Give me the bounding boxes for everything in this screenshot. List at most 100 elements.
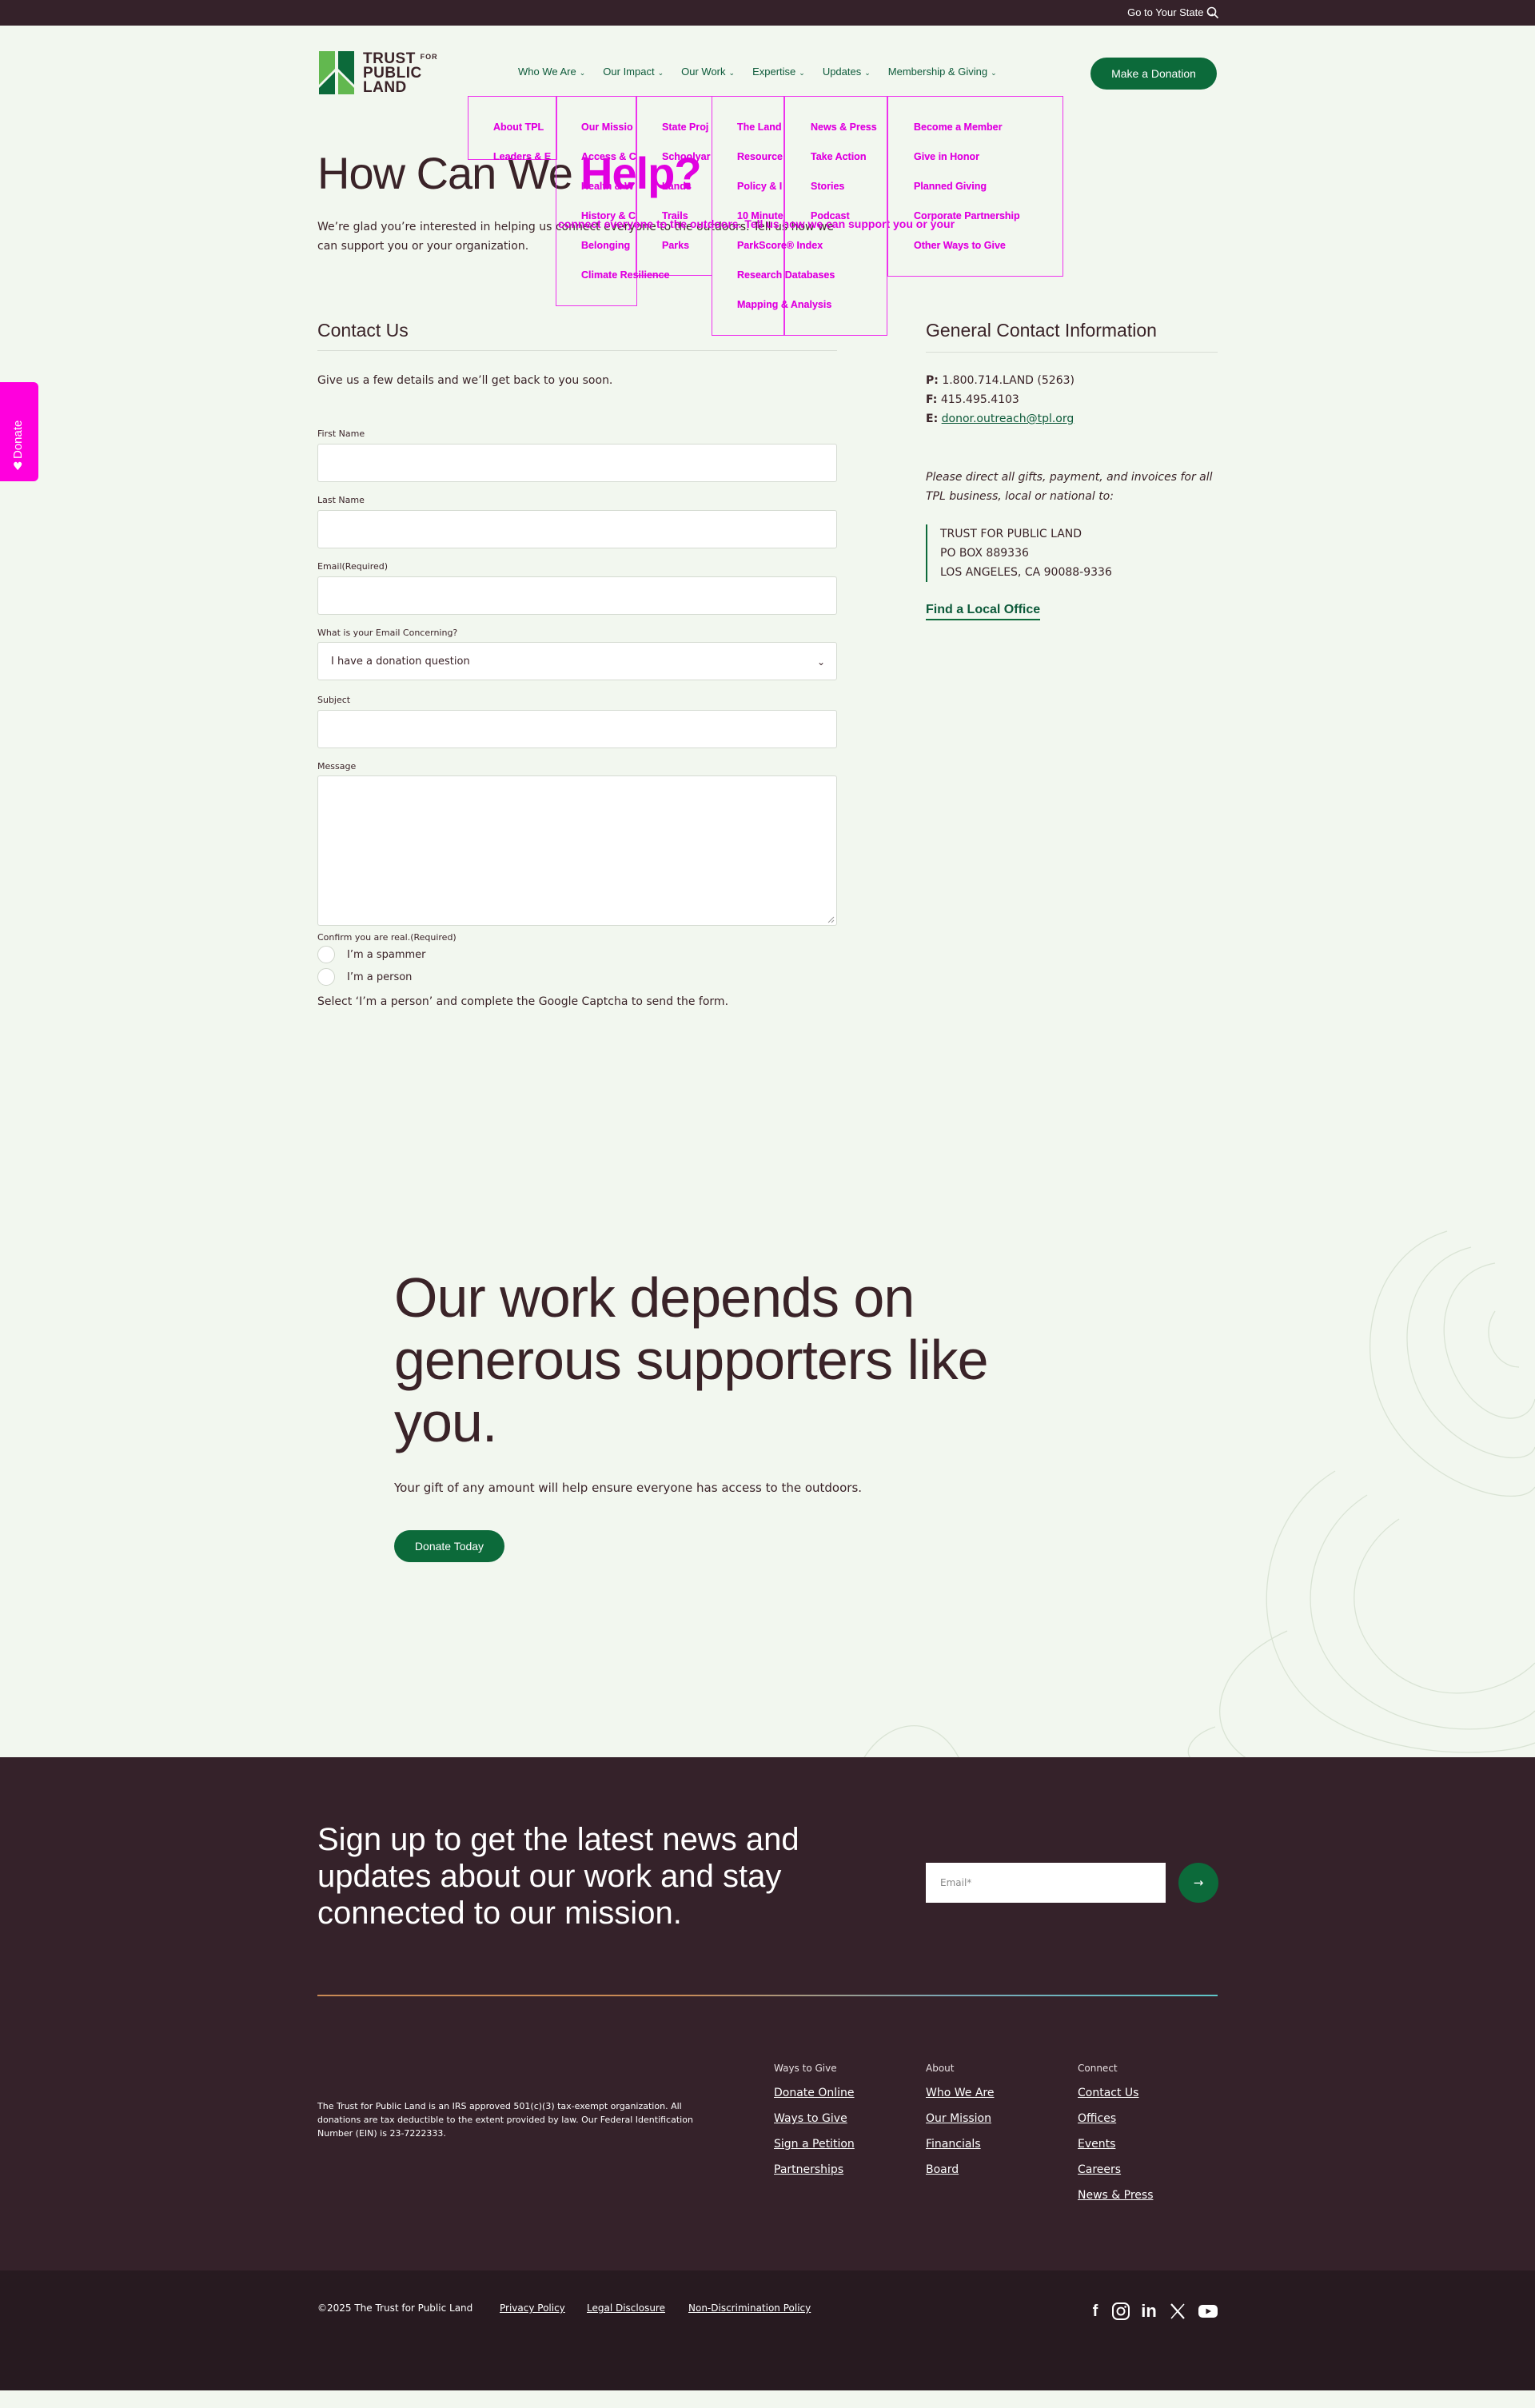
overlay-link[interactable]: Planned Giving xyxy=(914,181,987,192)
overlay-link[interactable]: Other Ways to Give xyxy=(914,240,1006,251)
legal-disclosure-link[interactable]: Legal Disclosure xyxy=(587,2302,665,2314)
overlay-link[interactable]: Health & W xyxy=(581,181,634,192)
privacy-policy-link[interactable]: Privacy Policy xyxy=(500,2302,565,2314)
overlay-link[interactable]: Schoolyar xyxy=(662,151,710,162)
chevron-down-icon: ⌄ xyxy=(816,656,825,668)
side-donate-tab[interactable]: Donate ♥ xyxy=(0,382,38,481)
resize-handle-icon[interactable] xyxy=(827,915,835,923)
footer-link[interactable]: Our Mission xyxy=(926,2112,991,2125)
overlay-link[interactable]: Stories xyxy=(811,181,844,192)
footer-link[interactable]: Ways to Give xyxy=(774,2112,847,2125)
x-icon[interactable] xyxy=(1169,2302,1186,2320)
nav-membership-giving[interactable]: Membership & Giving ⌄ xyxy=(888,66,997,82)
overlay-link[interactable]: Research Databases xyxy=(737,269,835,281)
footer-link[interactable]: Board xyxy=(926,2163,959,2176)
nav-our-impact[interactable]: Our Impact ⌄ xyxy=(603,66,664,82)
main-nav: Who We Are ⌄ Our Impact ⌄ Our Work ⌄ Expert… xyxy=(518,66,1015,82)
overlay-link[interactable]: Lands xyxy=(662,181,692,192)
overlay-link[interactable]: ParkScore® Index xyxy=(737,240,823,251)
overlay-link[interactable]: History & C xyxy=(581,210,636,221)
youtube-icon[interactable] xyxy=(1198,2302,1218,2320)
make-donation-button[interactable]: Make a Donation xyxy=(1090,58,1217,90)
facebook-icon[interactable]: f xyxy=(1085,2301,1106,2322)
non-discrimination-link[interactable]: Non-Discrimination Policy xyxy=(688,2302,811,2314)
subject-field[interactable] xyxy=(317,710,837,748)
nav-label: Who We Are xyxy=(518,66,576,78)
overlay-link[interactable]: News & Press xyxy=(811,122,877,133)
mailing-address: TRUST FOR PUBLIC LAND PO BOX 889336 LOS … xyxy=(926,524,1112,582)
footer-divider xyxy=(317,1995,1218,1996)
footer-link[interactable]: Financials xyxy=(926,2138,981,2151)
overlay-link[interactable]: Mapping & Analysis xyxy=(737,299,831,310)
top-bar: Go to Your State ⌄ xyxy=(0,0,1535,26)
radio-person[interactable] xyxy=(317,968,335,986)
gifts-note: Please direct all gifts, payment, and in… xyxy=(926,471,1213,503)
first-name-label: First Name xyxy=(317,429,365,439)
nav-expertise[interactable]: Expertise ⌄ xyxy=(752,66,805,82)
overlay-link[interactable]: Belonging xyxy=(581,240,630,251)
newsletter-heading: Sign up to get the latest news and updat… xyxy=(317,1822,799,1931)
overlay-link[interactable]: Trails xyxy=(662,210,688,221)
donate-today-button[interactable]: Donate Today xyxy=(394,1530,504,1562)
first-name-field[interactable] xyxy=(317,444,837,482)
overlay-link[interactable]: The Land xyxy=(737,122,782,133)
search-icon[interactable] xyxy=(1206,6,1220,20)
concern-select[interactable]: I have a donation question ⌄ xyxy=(317,642,837,680)
logo-mark-icon[interactable] xyxy=(317,50,356,96)
phone-value: 1.800.714.LAND (5263) xyxy=(942,374,1074,387)
go-to-state-dropdown[interactable]: Go to Your State ⌄ xyxy=(1127,6,1215,19)
overlay-link[interactable]: 10 Minute xyxy=(737,210,783,221)
footer-link[interactable]: Who We Are xyxy=(926,2087,994,2099)
overlay-link[interactable]: Climate Resilience xyxy=(581,269,669,281)
nav-updates[interactable]: Updates ⌄ xyxy=(823,66,871,82)
subject-label: Subject xyxy=(317,695,351,705)
address-line: LOS ANGELES, CA 90088-9336 xyxy=(940,566,1112,579)
nav-label: Membership & Giving xyxy=(887,66,988,78)
nav-our-work[interactable]: Our Work ⌄ xyxy=(681,66,735,82)
bottom-bar xyxy=(0,2270,1535,2390)
radio-person-label: I’m a person xyxy=(347,971,413,983)
instagram-icon[interactable] xyxy=(1111,2302,1130,2321)
nav-who-we-are[interactable]: Who We Are ⌄ xyxy=(518,66,585,82)
logo-wordmark[interactable]: TRUST FOR PUBLIC LAND xyxy=(363,50,438,95)
last-name-field[interactable] xyxy=(317,510,837,548)
linkedin-icon[interactable]: in xyxy=(1138,2301,1159,2322)
footer-link[interactable]: Partnerships xyxy=(774,2163,843,2176)
chevron-down-icon: ⌄ xyxy=(728,69,736,77)
tax-exempt-text: The Trust for Public Land is an IRS appr… xyxy=(317,2101,693,2139)
email-field[interactable] xyxy=(317,576,837,615)
footer-col-heading: About xyxy=(926,2063,955,2074)
overlay-link[interactable]: Take Action xyxy=(811,151,866,162)
footer-link[interactable]: Sign a Petition xyxy=(774,2138,855,2151)
overlay-link[interactable]: State Proj xyxy=(662,122,708,133)
overlay-link[interactable]: Corporate Partnership xyxy=(914,210,1020,221)
overlay-link[interactable]: Give in Honor xyxy=(914,151,979,162)
footer-col-heading: Ways to Give xyxy=(774,2063,837,2074)
overlay-link[interactable]: Policy & I xyxy=(737,181,782,192)
chevron-down-icon: ⌄ xyxy=(657,69,664,77)
overlay-link[interactable]: About TPL xyxy=(493,122,544,133)
footer-link[interactable]: Contact Us xyxy=(1078,2087,1138,2099)
footer-link[interactable]: Careers xyxy=(1078,2163,1121,2176)
overlay-link[interactable]: Podcast xyxy=(811,210,850,221)
footer-link[interactable]: Events xyxy=(1078,2138,1115,2151)
overlay-link[interactable]: Our Missio xyxy=(581,122,633,133)
overlay-link[interactable]: Resource xyxy=(737,151,783,162)
email-link[interactable]: donor.outreach@tpl.org xyxy=(942,413,1074,425)
message-textarea[interactable] xyxy=(317,775,837,926)
concern-select-value: I have a donation question xyxy=(331,656,470,668)
footer-link[interactable]: Donate Online xyxy=(774,2087,855,2099)
overlay-link[interactable]: Access & C xyxy=(581,151,636,162)
footer-link[interactable]: News & Press xyxy=(1078,2189,1154,2202)
radio-spammer[interactable] xyxy=(317,946,335,963)
overlay-link[interactable]: Leaders & E xyxy=(493,151,551,162)
general-info-title: General Contact Information xyxy=(926,320,1157,341)
newsletter-email-input[interactable]: Email* xyxy=(926,1863,1166,1903)
captcha-note: Select ‘I’m a person’ and complete the G… xyxy=(317,995,729,1008)
find-local-office-link[interactable]: Find a Local Office xyxy=(926,603,1041,620)
arrow-right-icon[interactable]: → xyxy=(1178,1863,1218,1903)
footer-link[interactable]: Offices xyxy=(1078,2112,1116,2125)
overlay-link[interactable]: Parks xyxy=(662,240,689,251)
fax-value: 415.495.4103 xyxy=(940,393,1019,406)
overlay-link[interactable]: Become a Member xyxy=(914,122,1002,133)
